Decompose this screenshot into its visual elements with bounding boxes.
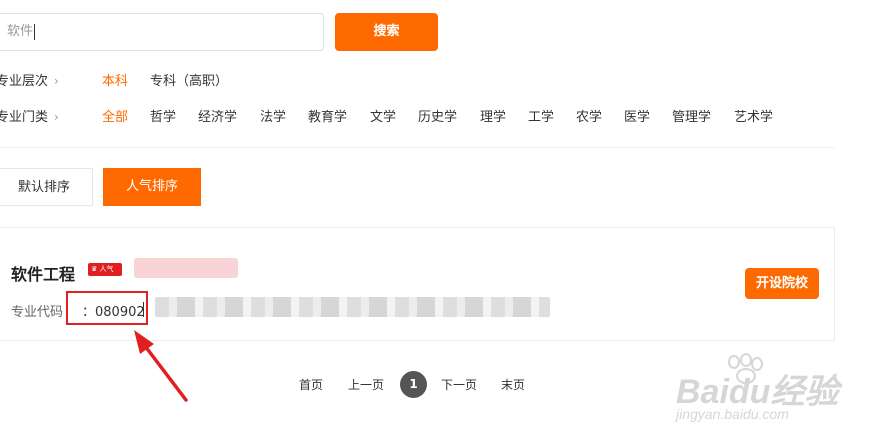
search-button[interactable]: 搜索 — [335, 13, 438, 51]
pagination-next[interactable]: 下一页 — [441, 376, 477, 393]
major-name-link[interactable]: 软件工程 — [11, 261, 75, 285]
filter-category-option-history[interactable]: 历史学 — [418, 106, 457, 125]
chevron-right-icon: › — [54, 74, 59, 88]
pagination-last[interactable]: 末页 — [501, 376, 525, 393]
separator — [143, 302, 144, 317]
popular-badge: ♛ 人气 — [88, 263, 122, 276]
major-code-label: 专业代码 — [11, 305, 64, 320]
filter-category-option-science[interactable]: 理学 — [480, 106, 506, 125]
redacted-region — [155, 297, 550, 317]
sort-popularity-button[interactable]: 人气排序 — [103, 168, 201, 206]
pagination-current-page[interactable]: 1 — [400, 371, 427, 398]
filter-level-option-college[interactable]: 专科（高职） — [150, 70, 228, 89]
filter-category-option-art[interactable]: 艺术学 — [734, 106, 773, 125]
filter-category-option-engineering[interactable]: 工学 — [528, 106, 554, 125]
filter-category-option-law[interactable]: 法学 — [260, 106, 286, 125]
annotation-arrow-icon — [134, 330, 188, 402]
open-schools-button[interactable]: 开设院校 — [745, 268, 819, 299]
filter-category-label: 专业门类 › — [0, 110, 59, 125]
search-input[interactable]: 软件 — [0, 13, 324, 51]
redacted-region — [134, 258, 238, 278]
search-input-value: 软件 — [7, 24, 34, 39]
watermark-url: jingyan.baidu.com — [676, 406, 789, 422]
filter-category-option-agriculture[interactable]: 农学 — [576, 106, 602, 125]
filter-category-option-education[interactable]: 教育学 — [308, 106, 347, 125]
filter-category-option-philosophy[interactable]: 哲学 — [150, 106, 176, 125]
filter-category-option-all[interactable]: 全部 — [102, 106, 128, 125]
filter-category-option-medicine[interactable]: 医学 — [624, 106, 650, 125]
crown-icon: ♛ — [91, 265, 98, 273]
pagination-first[interactable]: 首页 — [299, 376, 323, 393]
annotation-highlight-box — [66, 291, 148, 325]
text-caret — [34, 23, 36, 40]
filter-category-option-economics[interactable]: 经济学 — [198, 106, 237, 125]
baidu-jingyan-watermark: Baidu经验 jingyan.baidu.com — [676, 352, 881, 432]
filter-level-label: 专业层次 › — [0, 74, 59, 89]
filter-divider — [0, 147, 835, 148]
chevron-right-icon: › — [54, 110, 59, 124]
filter-level-option-undergrad[interactable]: 本科 — [102, 70, 128, 89]
filter-category-option-management[interactable]: 管理学 — [672, 106, 711, 125]
sort-default-button[interactable]: 默认排序 — [0, 168, 93, 206]
filter-category-option-literature[interactable]: 文学 — [370, 106, 396, 125]
pagination-prev[interactable]: 上一页 — [348, 376, 384, 393]
